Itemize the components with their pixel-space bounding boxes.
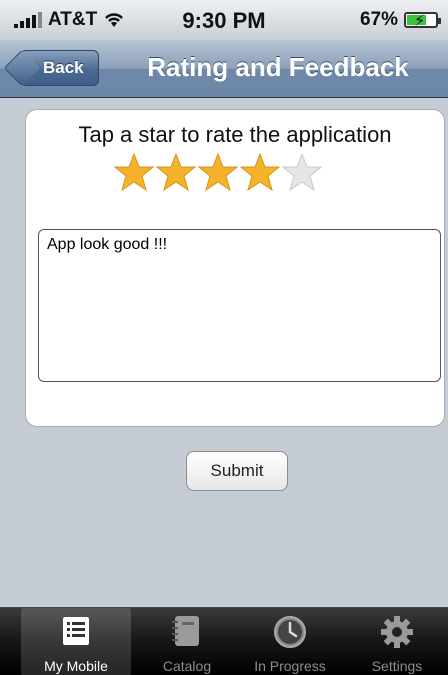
tab-label: My Mobile [44, 658, 108, 674]
tab-label: Settings [371, 658, 423, 674]
star-rating[interactable] [114, 152, 322, 192]
nav-bar: Back Rating and Feedback [0, 40, 448, 98]
star-empty-icon[interactable] [282, 152, 322, 192]
tab-label: Catalog [162, 658, 212, 674]
list-icon [63, 617, 89, 645]
rating-card: Tap a star to rate the application App l… [25, 109, 445, 427]
star-filled-icon[interactable] [198, 152, 238, 192]
star-filled-icon[interactable] [114, 152, 154, 192]
clock-icon [274, 616, 306, 648]
star-filled-icon[interactable] [240, 152, 280, 192]
star-filled-icon[interactable] [156, 152, 196, 192]
rating-prompt: Tap a star to rate the application [78, 122, 392, 147]
battery-icon: ⚡ [404, 12, 441, 30]
tab-label: In Progress [254, 658, 326, 674]
tab-bar: My Mobile Catalog In Progress Settings [0, 607, 448, 675]
status-bar: AT&T 9:30 PM 67% ⚡ [0, 0, 448, 40]
tab-my-mobile[interactable]: My Mobile [21, 608, 131, 675]
back-button-label: Back [43, 58, 84, 77]
submit-button[interactable]: Submit [186, 451, 288, 491]
tab-catalog[interactable]: Catalog [132, 608, 242, 675]
battery-group: 67% ⚡ [359, 9, 441, 31]
feedback-textarea[interactable]: App look good !!! [38, 229, 441, 382]
notebook-icon [172, 616, 199, 646]
back-button[interactable]: Back [20, 50, 99, 86]
page-title: Rating and Feedback [147, 52, 409, 82]
tab-in-progress[interactable]: In Progress [235, 608, 345, 675]
gear-icon [381, 616, 413, 648]
charging-icon: ⚡ [414, 13, 426, 30]
tab-settings[interactable]: Settings [342, 608, 448, 675]
battery-percent: 67% [359, 9, 398, 30]
